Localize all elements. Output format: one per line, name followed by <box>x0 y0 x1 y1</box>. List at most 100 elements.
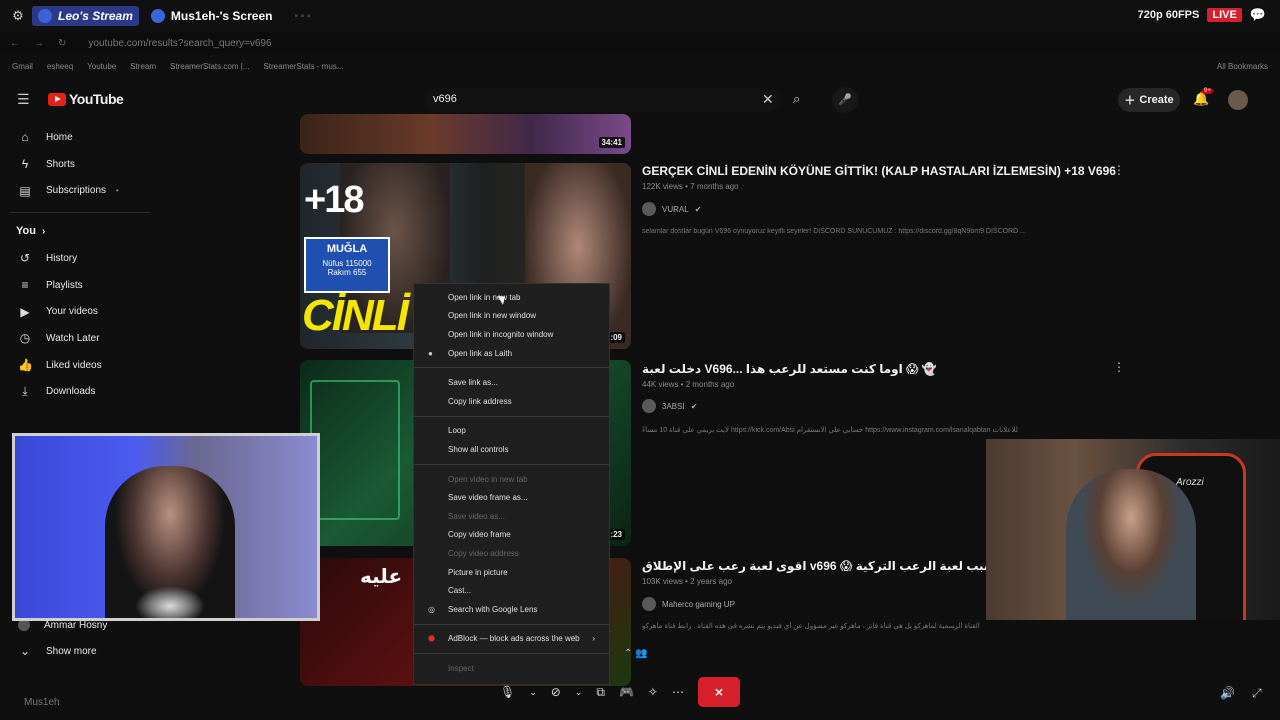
account-avatar[interactable] <box>1228 90 1248 110</box>
ctx-cast[interactable]: Cast... <box>414 581 609 600</box>
ctx-separator <box>414 415 609 417</box>
ctx-open-new-window[interactable]: Open link in new window <box>414 307 609 326</box>
ctx-label: Search with Google Lens <box>448 604 538 614</box>
ctx-separator <box>414 653 609 655</box>
channel-link[interactable]: Maherco gaming UP <box>642 597 735 611</box>
channel-link[interactable]: 3ABSI ✔ <box>642 399 697 413</box>
sidebar-item-label: Shorts <box>46 158 75 170</box>
bookmark-item[interactable]: Youtube <box>87 62 116 71</box>
show-more-button[interactable]: ⌄ Show more <box>0 638 160 665</box>
ctx-loop[interactable]: Loop <box>414 422 609 441</box>
bookmark-item[interactable]: StreamerStats - mus... <box>263 62 343 71</box>
chat-icon[interactable]: 💬 <box>1250 7 1266 23</box>
thumb-road-sign: MUĞLA Nüfus 115000 Rakım 655 <box>304 237 390 293</box>
video-meta: 122K views • 7 months ago <box>642 182 739 191</box>
new-dot: • <box>116 186 119 196</box>
reload-icon[interactable]: ↻ <box>58 38 66 49</box>
channel-link[interactable]: VURAL ✔ <box>642 202 701 216</box>
fullscreen-icon[interactable]: ⤢ <box>1252 686 1262 701</box>
menu-icon[interactable]: ☰ <box>17 91 30 108</box>
ctx-save-link[interactable]: Save link as... <box>414 373 609 392</box>
ctx-copy-link[interactable]: Copy link address <box>414 392 609 411</box>
more-options-icon[interactable]: ⋮ <box>1113 360 1125 374</box>
create-button[interactable]: ＋ Create <box>1118 88 1180 112</box>
video-duration: :23 <box>607 529 625 540</box>
stream-tab[interactable]: Leo's Stream <box>32 6 139 26</box>
video-title[interactable]: دخلت لعبة V696... اوما كنت مستعد للرعب ه… <box>642 362 937 376</box>
all-bookmarks[interactable]: All Bookmarks <box>1217 62 1268 71</box>
mic-icon[interactable]: 🎤 <box>832 87 858 113</box>
ctx-show-controls[interactable]: Show all controls <box>414 440 609 459</box>
sidebar-item-label: Downloads <box>46 386 96 398</box>
ctx-google-lens[interactable]: ◎ Search with Google Lens <box>414 600 609 619</box>
settings-icon[interactable]: ⚙ <box>10 8 26 24</box>
wolf-logo <box>135 586 205 618</box>
url-field[interactable]: youtube.com/results?search_query=v696 <box>88 38 271 49</box>
screen-share-icon[interactable]: ⧉ <box>596 685 605 700</box>
mic-icon[interactable]: 🎙 <box>500 685 515 699</box>
activity-icon[interactable]: 🎮 <box>619 685 634 699</box>
chevron-down-icon[interactable]: ⌄ <box>529 687 537 698</box>
sidebar-item-label: Playlists <box>46 279 83 291</box>
chevron-up-icon[interactable]: ⌃ 👥 <box>624 648 648 659</box>
call-controls: 🎙 ⌄ ⊘ ⌄ ⧉ 🎮 ✧ ⋯ ⨯ <box>500 676 780 708</box>
youtube-header: ☰ YouTube v696 ✕ ⌕ 🎤 ＋ Create 🔔 9+ <box>0 86 1280 114</box>
sidebar-item-label: Home <box>46 131 73 143</box>
ctx-adblock[interactable]: ⬣ AdBlock — block ads across the web › <box>414 630 609 649</box>
sidebar: ⌂ Home ϟ Shorts ▤ Subscriptions • You › ↺ Hist… <box>0 124 160 405</box>
sign-line: Nüfus 115000 <box>322 259 372 268</box>
divider <box>10 212 150 214</box>
video-thumbnail[interactable]: 34:41 <box>300 114 631 154</box>
search-input[interactable]: v696 <box>425 88 780 112</box>
youtube-logo[interactable]: YouTube <box>48 91 124 107</box>
browser-address-bar: ← → ↻ youtube.com/results?search_query=v… <box>0 32 1280 54</box>
more-options-icon[interactable]: ⋮ <box>1113 163 1125 177</box>
sidebar-item-shorts[interactable]: ϟ Shorts <box>0 151 160 178</box>
chevron-down-icon[interactable]: ⌄ <box>575 687 583 698</box>
sidebar-item-subscriptions[interactable]: ▤ Subscriptions • <box>0 177 160 204</box>
sidebar-item-liked-videos[interactable]: 👍 Liked videos <box>0 352 160 379</box>
sidebar-item-playlists[interactable]: ≡ Playlists <box>0 272 160 299</box>
sidebar-item-downloads[interactable]: ⤓ Downloads <box>0 379 160 406</box>
sidebar-item-your-videos[interactable]: ▶ Your videos <box>0 298 160 325</box>
ctx-open-incognito[interactable]: Open link in incognito window <box>414 325 609 344</box>
ctx-open-video-new-tab: Open video in new tab <box>448 474 528 484</box>
history-icon: ↺ <box>19 251 31 266</box>
camera-off-icon[interactable]: ⊘ <box>551 685 561 699</box>
ctx-picture-in-picture[interactable]: Picture in picture <box>414 563 609 582</box>
ctx-label: Open link as Laith <box>448 348 513 358</box>
chevron-right-icon: › <box>592 634 595 644</box>
bookmark-item[interactable]: Stream <box>130 62 156 71</box>
bookmark-item[interactable]: StreamerStats.com |... <box>170 62 249 71</box>
sidebar-item-history[interactable]: ↺ History <box>0 245 160 272</box>
forward-icon[interactable]: → <box>34 38 44 49</box>
ctx-save-frame[interactable]: Save video frame as... <box>414 488 609 507</box>
screen-tab[interactable]: Mus1eh-'s Screen <box>145 6 279 26</box>
ctx-copy-frame[interactable]: Copy video frame <box>414 526 609 545</box>
bookmark-item[interactable]: Gmail <box>12 62 33 71</box>
volume-icon[interactable]: 🔊 <box>1220 686 1235 700</box>
chevron-down-icon: ⌄ <box>19 644 31 659</box>
video-description: لايت بريمي على قناة 10 مساءً https://kic… <box>642 427 1018 434</box>
thumb-text: عليه <box>360 566 403 588</box>
ctx-open-new-tab[interactable]: Open link in new tab <box>414 288 609 307</box>
channel-name: VURAL <box>662 204 689 214</box>
clear-search-icon[interactable]: ✕ <box>762 91 774 108</box>
ctx-open-as-profile[interactable]: ● Open link as Laith <box>414 344 609 363</box>
soundboard-icon[interactable]: ✧ <box>648 685 658 699</box>
video-title[interactable]: GERÇEK CİNLİ EDENİN KÖYÜNE GİTTİK! (KALP… <box>642 164 1116 178</box>
ctx-inspect[interactable]: Inspect <box>414 659 609 678</box>
sidebar-item-watch-later[interactable]: ◷ Watch Later <box>0 325 160 352</box>
chair-brand: Arozzi <box>1176 477 1204 488</box>
disconnect-button[interactable]: ⨯ <box>697 677 740 707</box>
plus-icon: ＋ <box>1124 95 1136 107</box>
video-meta: 103K views • 2 years ago <box>642 577 732 586</box>
sidebar-item-home[interactable]: ⌂ Home <box>0 124 160 151</box>
more-icon[interactable]: ⋯ <box>672 685 684 699</box>
sign-line: Rakım 655 <box>327 268 367 277</box>
search-icon[interactable]: ⌕ <box>793 91 800 107</box>
bookmark-item[interactable]: esheeq <box>47 62 73 71</box>
sidebar-item-label: History <box>46 252 78 264</box>
you-section-header[interactable]: You › <box>0 217 160 245</box>
back-icon[interactable]: ← <box>10 38 20 49</box>
